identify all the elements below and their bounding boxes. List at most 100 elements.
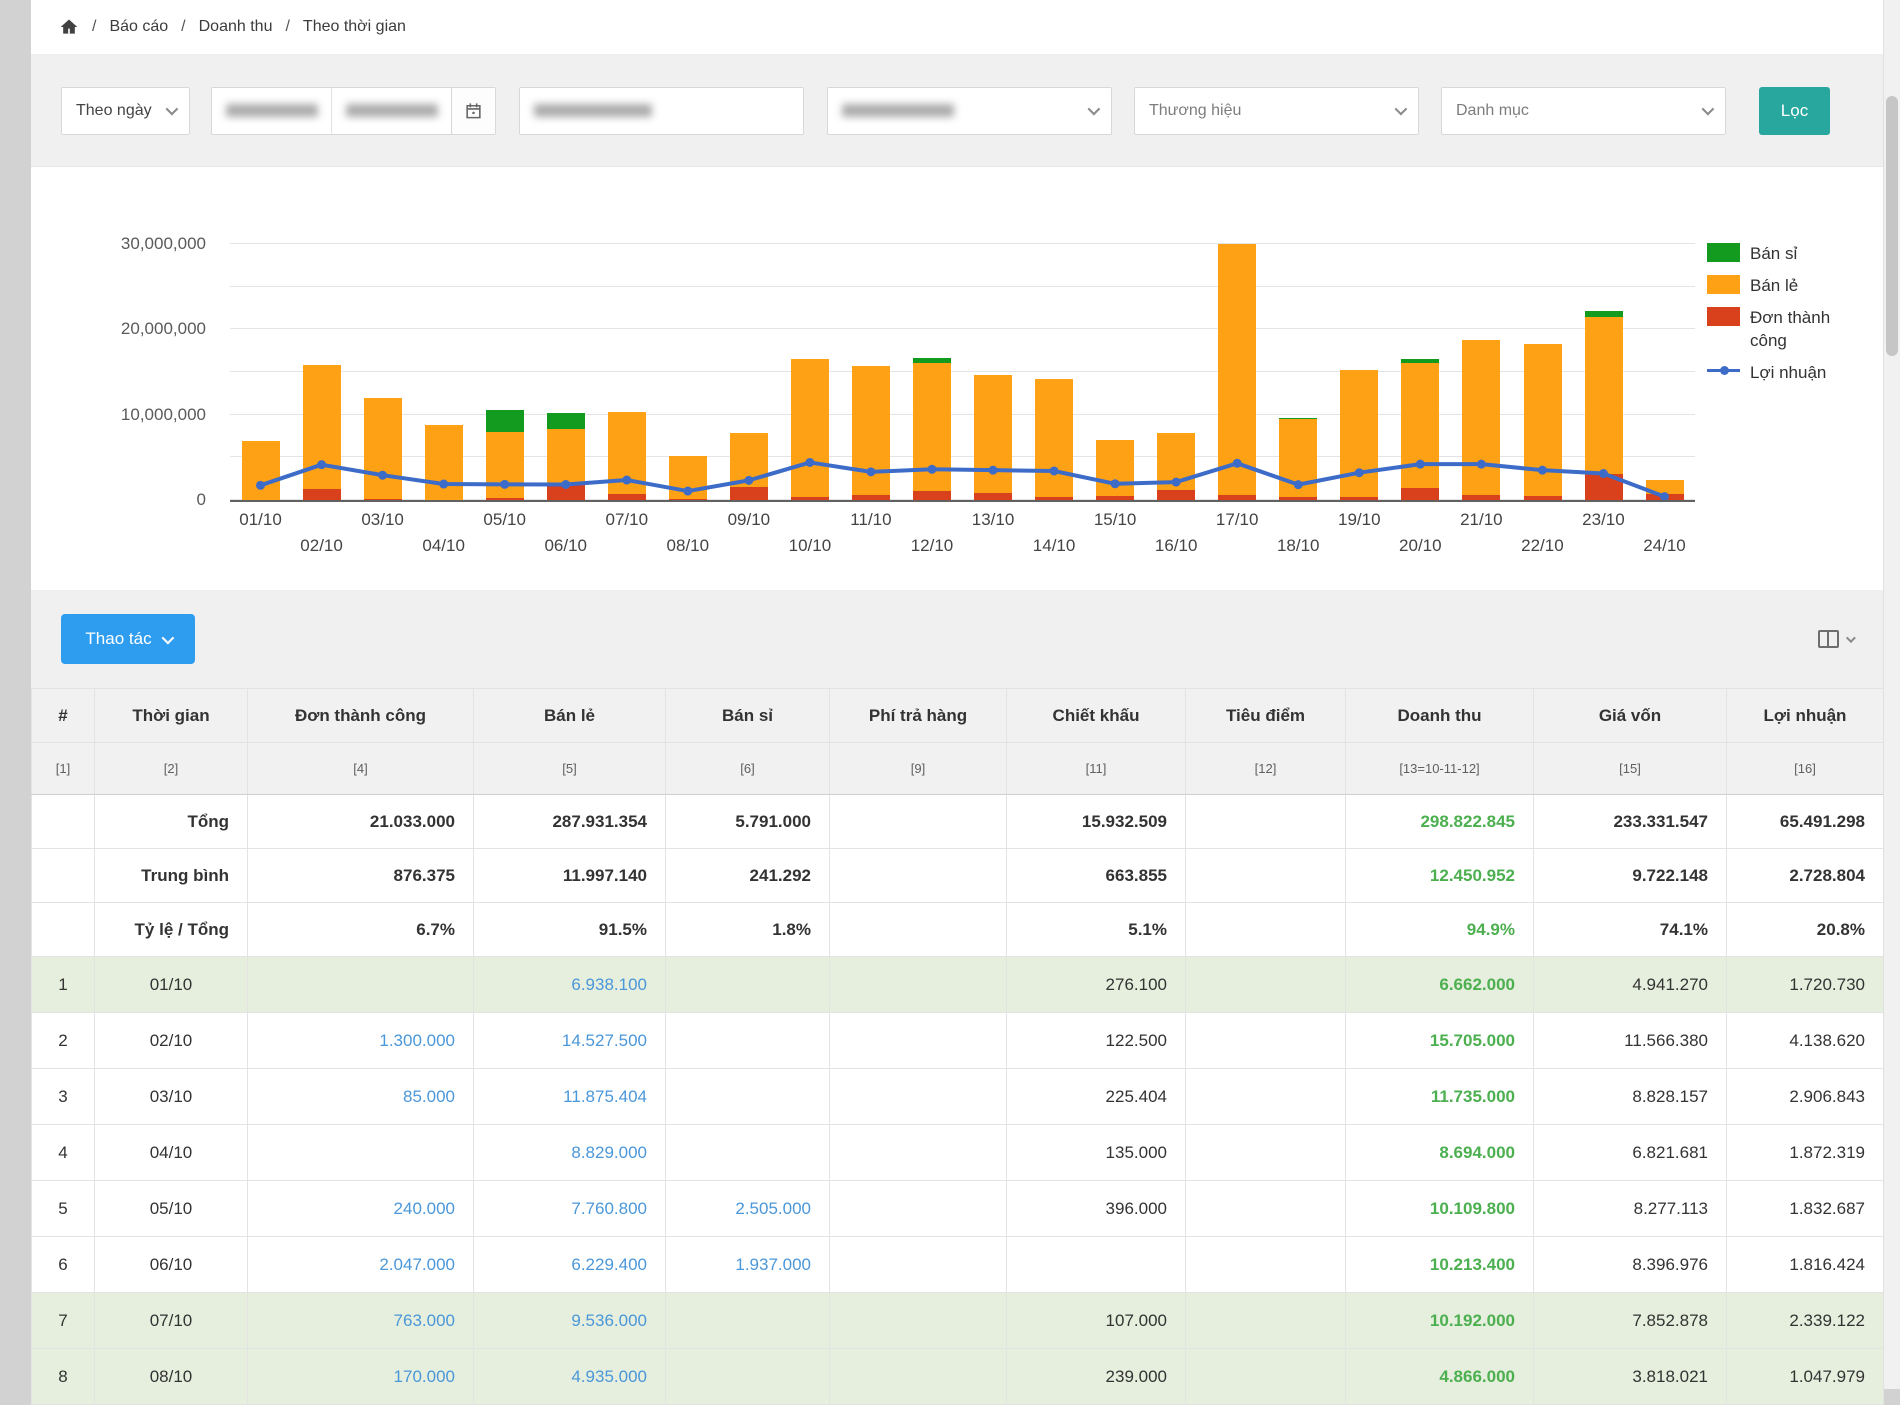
summary-cell-no <box>32 795 95 849</box>
bar-06-10[interactable] <box>535 244 596 500</box>
bar-09-10[interactable] <box>718 244 779 500</box>
column-header-doanh_thu[interactable]: Doanh thu <box>1346 689 1534 743</box>
x-axis-tick-label: 18/10 <box>1277 536 1320 556</box>
breadcrumb-item-theo-thoi-gian[interactable]: Theo thời gian <box>303 18 406 36</box>
bar-24-10[interactable] <box>1634 244 1695 500</box>
breadcrumb-item-doanh-thu[interactable]: Doanh thu <box>199 18 273 36</box>
summary-cell-loi_nhuan: 2.728.804 <box>1727 849 1884 903</box>
store-select[interactable] <box>827 87 1112 135</box>
bar-14-10[interactable] <box>1024 244 1085 500</box>
cell-ban_le[interactable]: 9.536.000 <box>474 1293 666 1349</box>
brand-select[interactable]: Thương hiệu <box>1134 87 1419 135</box>
cell-tieu_diem <box>1186 1349 1346 1405</box>
bar-19-10[interactable] <box>1329 244 1390 500</box>
search-product-input[interactable] <box>519 87 804 135</box>
column-header-loi_nhuan[interactable]: Lợi nhuận <box>1727 689 1884 743</box>
bar-16-10[interactable] <box>1146 244 1207 500</box>
chevron-down-icon <box>1395 103 1408 116</box>
column-header-ban_le[interactable]: Bán lẻ <box>474 689 666 743</box>
cell-ban_le[interactable]: 7.760.800 <box>474 1181 666 1237</box>
segment-ban-le <box>852 366 890 495</box>
home-icon[interactable] <box>59 17 79 37</box>
bar-13-10[interactable] <box>963 244 1024 500</box>
cell-ban_le[interactable]: 6.229.400 <box>474 1237 666 1293</box>
cell-ban_si[interactable]: 2.505.000 <box>666 1181 830 1237</box>
bar-07-10[interactable] <box>596 244 657 500</box>
bar-15-10[interactable] <box>1085 244 1146 500</box>
column-header-no[interactable]: # <box>32 689 95 743</box>
bar-04-10[interactable] <box>413 244 474 500</box>
summary-cell-gia_von: 233.331.547 <box>1534 795 1727 849</box>
bar-02-10[interactable] <box>291 244 352 500</box>
legend-item-loi-nhuan[interactable]: Lợi nhuận <box>1707 361 1877 384</box>
bar-01-10[interactable] <box>230 244 291 500</box>
table-row-07-10: 707/10763.0009.536.000107.00010.192.0007… <box>32 1293 1884 1349</box>
cell-don_thanh_cong[interactable]: 240.000 <box>248 1181 474 1237</box>
column-header-date[interactable]: Thời gian <box>95 689 248 743</box>
segment-ban-le <box>364 398 402 499</box>
cell-ban_le[interactable]: 6.938.100 <box>474 957 666 1013</box>
cell-date: 03/10 <box>95 1069 248 1125</box>
cell-don_thanh_cong[interactable]: 170.000 <box>248 1349 474 1405</box>
column-header-tieu_diem[interactable]: Tiêu điểm <box>1186 689 1346 743</box>
legend-item-don-thanh-cong[interactable]: Đơn thành công <box>1707 306 1877 352</box>
column-settings-button[interactable] <box>1818 630 1853 648</box>
cell-don_thanh_cong[interactable]: 2.047.000 <box>248 1237 474 1293</box>
bar-03-10[interactable] <box>352 244 413 500</box>
date-to-input[interactable] <box>331 88 451 134</box>
column-header-phi_tra_hang[interactable]: Phí trả hàng <box>830 689 1007 743</box>
segment-ban-le <box>1401 363 1439 488</box>
column-header-ban_si[interactable]: Bán sỉ <box>666 689 830 743</box>
date-range-picker[interactable] <box>211 87 496 135</box>
date-from-input[interactable] <box>212 88 331 134</box>
legend-item-ban-le[interactable]: Bán lẻ <box>1707 274 1877 297</box>
y-axis-tick-label: 30,000,000 <box>121 234 206 254</box>
bar-05-10[interactable] <box>474 244 535 500</box>
actions-dropdown-button[interactable]: Thao tác <box>61 614 195 664</box>
bar-11-10[interactable] <box>840 244 901 500</box>
legend-swatch <box>1707 243 1740 262</box>
column-header-gia_von[interactable]: Giá vốn <box>1534 689 1727 743</box>
scrollbar-thumb[interactable] <box>1886 96 1898 356</box>
bar-08-10[interactable] <box>657 244 718 500</box>
table-row-08-10: 808/10170.0004.935.000239.0004.866.0003.… <box>32 1349 1884 1405</box>
cell-row-number: 1 <box>32 957 95 1013</box>
cell-ban_le[interactable]: 11.875.404 <box>474 1069 666 1125</box>
cell-row-number: 4 <box>32 1125 95 1181</box>
bar-17-10[interactable] <box>1207 244 1268 500</box>
column-header-chiet_khau[interactable]: Chiết khấu <box>1007 689 1186 743</box>
filter-button[interactable]: Lọc <box>1759 87 1830 135</box>
legend-label: Đơn thành công <box>1750 306 1870 352</box>
bars-container <box>230 244 1695 500</box>
page-scrollbar[interactable] <box>1883 0 1900 1389</box>
calendar-button[interactable] <box>451 88 495 134</box>
bar-10-10[interactable] <box>779 244 840 500</box>
summary-cell-loi_nhuan: 65.491.298 <box>1727 795 1884 849</box>
bar-23-10[interactable] <box>1573 244 1634 500</box>
summary-cell-don_thanh_cong: 876.375 <box>248 849 474 903</box>
segment-don-thanh-cong <box>1401 488 1439 500</box>
cell-tieu_diem <box>1186 1013 1346 1069</box>
table-row-01-10: 101/106.938.100276.1006.662.0004.941.270… <box>32 957 1884 1013</box>
legend-item-ban-si[interactable]: Bán sỉ <box>1707 242 1877 265</box>
column-header-don_thanh_cong[interactable]: Đơn thành công <box>248 689 474 743</box>
cell-ban_si[interactable]: 1.937.000 <box>666 1237 830 1293</box>
column-index-chiet_khau: [11] <box>1007 743 1186 795</box>
bar-12-10[interactable] <box>902 244 963 500</box>
breadcrumb-item-bao-cao[interactable]: Báo cáo <box>109 18 168 36</box>
segment-ban-le <box>1096 440 1134 495</box>
cell-don_thanh_cong[interactable]: 85.000 <box>248 1069 474 1125</box>
bar-22-10[interactable] <box>1512 244 1573 500</box>
bar-18-10[interactable] <box>1268 244 1329 500</box>
summary-cell-loi_nhuan: 20.8% <box>1727 903 1884 957</box>
bar-21-10[interactable] <box>1451 244 1512 500</box>
cell-don_thanh_cong[interactable]: 1.300.000 <box>248 1013 474 1069</box>
bar-20-10[interactable] <box>1390 244 1451 500</box>
category-select[interactable]: Danh mục <box>1441 87 1726 135</box>
cell-ban_le[interactable]: 4.935.000 <box>474 1349 666 1405</box>
cell-ban_le[interactable]: 14.527.500 <box>474 1013 666 1069</box>
cell-ban_le[interactable]: 8.829.000 <box>474 1125 666 1181</box>
period-select[interactable]: Theo ngày <box>61 87 190 135</box>
table-row-06-10: 606/102.047.0006.229.4001.937.00010.213.… <box>32 1237 1884 1293</box>
cell-don_thanh_cong[interactable]: 763.000 <box>248 1293 474 1349</box>
